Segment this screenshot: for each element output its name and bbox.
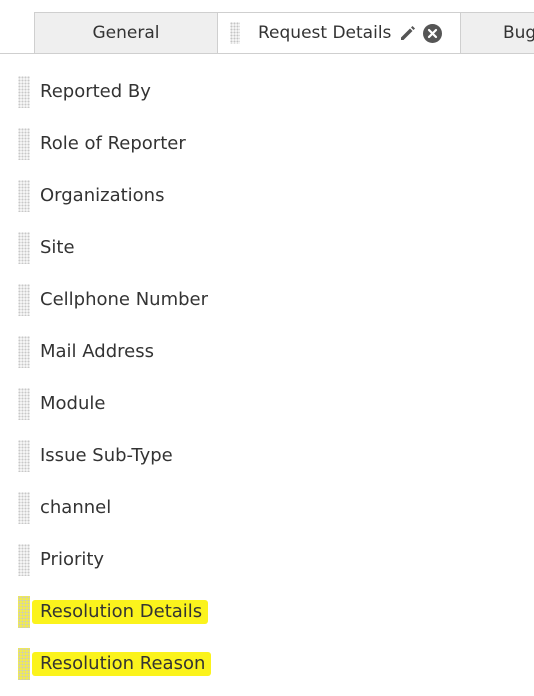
field-row-priority[interactable]: Priority (0, 534, 534, 586)
field-label: Resolution Reason (32, 652, 212, 676)
field-row-issue-sub-type[interactable]: Issue Sub-Type (0, 430, 534, 482)
field-row-role-of-reporter[interactable]: Role of Reporter (0, 118, 534, 170)
field-label: channel (40, 497, 112, 518)
field-row-channel[interactable]: channel (0, 482, 534, 534)
drag-handle-icon[interactable] (18, 648, 30, 680)
tab-bar: General Request Details Bug (0, 0, 534, 54)
field-row-mail-address[interactable]: Mail Address (0, 326, 534, 378)
drag-handle-icon[interactable] (18, 544, 30, 576)
drag-handle-icon[interactable] (18, 232, 30, 264)
field-row-reported-by[interactable]: Reported By (0, 66, 534, 118)
tab-request-details-label: Request Details (258, 23, 392, 43)
drag-handle-icon[interactable] (18, 596, 30, 628)
field-label: Site (40, 237, 75, 258)
field-label: Resolution Details (32, 600, 209, 624)
field-label: Mail Address (40, 341, 154, 362)
drag-handle-icon[interactable] (18, 284, 30, 316)
field-row-module[interactable]: Module (0, 378, 534, 430)
field-row-cellphone-number[interactable]: Cellphone Number (0, 274, 534, 326)
tab-request-details[interactable]: Request Details (217, 12, 461, 53)
tab-bug-label: Bug (503, 23, 534, 43)
field-label: Role of Reporter (40, 133, 186, 154)
close-circle-icon[interactable] (423, 23, 443, 43)
field-row-organizations[interactable]: Organizations (0, 170, 534, 222)
field-label: Reported By (40, 81, 151, 102)
pencil-icon[interactable] (399, 24, 417, 42)
drag-handle-icon[interactable] (18, 336, 30, 368)
field-label: Module (40, 393, 106, 414)
field-label: Issue Sub-Type (40, 445, 173, 466)
drag-handle-icon[interactable] (18, 492, 30, 524)
field-label: Cellphone Number (40, 289, 209, 310)
field-label: Organizations (40, 185, 165, 206)
field-row-resolution-details[interactable]: Resolution Details (0, 586, 534, 638)
drag-handle-icon[interactable] (18, 388, 30, 420)
field-label: Priority (40, 549, 105, 570)
tab-bug[interactable]: Bug (460, 12, 534, 53)
drag-handle-icon[interactable] (18, 76, 30, 108)
tab-general[interactable]: General (34, 12, 218, 53)
field-row-resolution-reason[interactable]: Resolution Reason (0, 638, 534, 690)
drag-handle-icon[interactable] (18, 440, 30, 472)
field-list: Reported By Role of Reporter Organizatio… (0, 66, 534, 690)
field-row-site[interactable]: Site (0, 222, 534, 274)
drag-handle-icon[interactable] (18, 180, 30, 212)
drag-handle-icon[interactable] (230, 22, 240, 44)
drag-handle-icon[interactable] (18, 128, 30, 160)
tab-general-label: General (92, 23, 160, 43)
